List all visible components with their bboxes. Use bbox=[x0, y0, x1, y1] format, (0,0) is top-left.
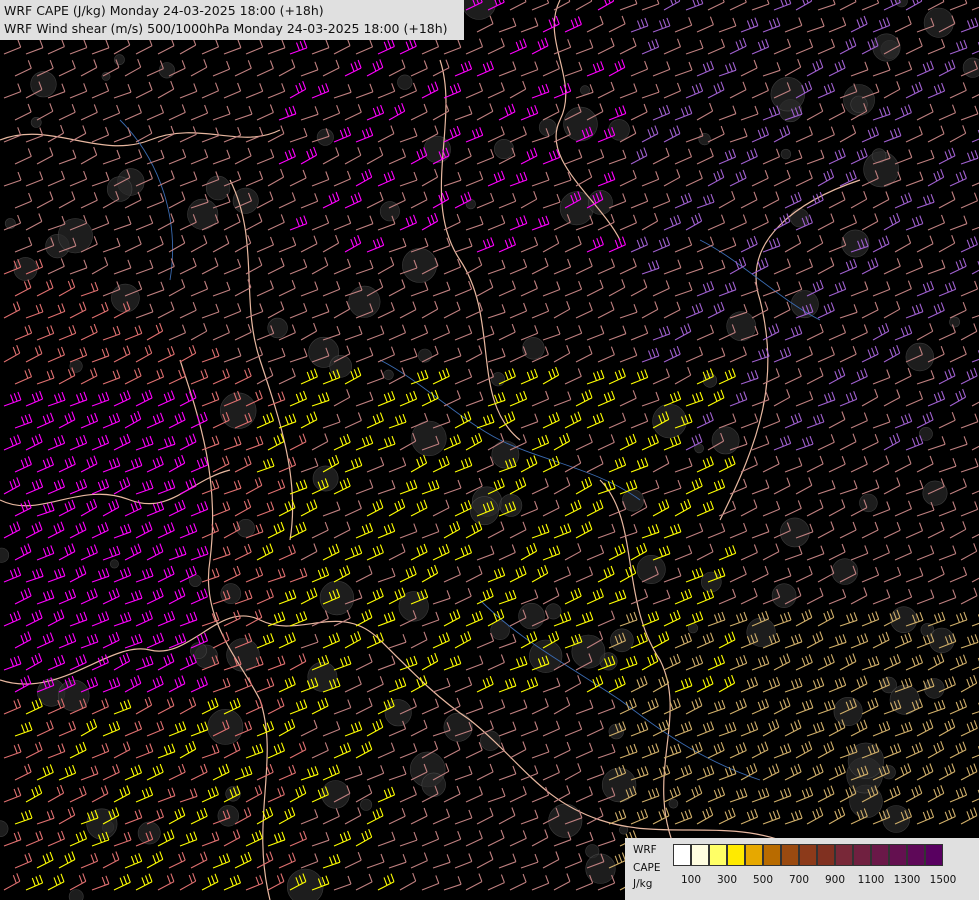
cape-patch bbox=[518, 602, 545, 630]
legend-tick-label: 1300 bbox=[893, 874, 921, 886]
cape-patch bbox=[522, 337, 545, 360]
legend-swatch bbox=[727, 844, 745, 866]
cape-patch bbox=[610, 628, 634, 653]
cape-patch bbox=[86, 808, 118, 840]
cape-patch bbox=[711, 426, 740, 455]
cape-patch bbox=[636, 554, 666, 584]
legend-tick-labels: 100 300 500 700 900 1100 1300 1500 bbox=[673, 874, 973, 888]
legend-swatch bbox=[925, 844, 943, 866]
cape-patch bbox=[469, 496, 499, 526]
cape-patch bbox=[499, 493, 523, 517]
legend-unit: J/kg bbox=[633, 878, 653, 890]
cape-patch bbox=[226, 638, 260, 672]
cape-patch bbox=[307, 661, 338, 692]
cape-patch bbox=[850, 95, 868, 113]
legend-tick-label: 1500 bbox=[929, 874, 957, 886]
cape-patch bbox=[833, 696, 863, 726]
legend-tick-label: 300 bbox=[716, 874, 738, 886]
cape-patch bbox=[232, 187, 259, 214]
legend-swatch bbox=[781, 844, 799, 866]
legend-swatch bbox=[871, 844, 889, 866]
legend-tick-label: 100 bbox=[680, 874, 702, 886]
cape-patch bbox=[57, 218, 93, 254]
cape-patch bbox=[109, 559, 119, 569]
cape-patch bbox=[321, 780, 350, 809]
cape-patch bbox=[698, 133, 711, 146]
legend-swatch bbox=[835, 844, 853, 866]
cape-patch bbox=[831, 558, 859, 585]
legend-swatch bbox=[709, 844, 727, 866]
cape-patch bbox=[411, 420, 447, 457]
legend-swatch bbox=[799, 844, 817, 866]
cape-patch bbox=[841, 229, 870, 258]
legend-tick-label: 900 bbox=[824, 874, 846, 886]
cape-patch bbox=[668, 798, 679, 809]
cape-patch bbox=[106, 176, 133, 202]
cape-patch bbox=[780, 148, 792, 160]
cape-patch bbox=[847, 742, 885, 779]
cape-patch bbox=[480, 730, 501, 751]
cape-patch bbox=[949, 316, 960, 328]
cape-patch bbox=[402, 247, 437, 283]
legend-swatch bbox=[691, 844, 709, 866]
cape-patch bbox=[652, 403, 687, 439]
legend-swatch bbox=[673, 844, 691, 866]
cape-patch bbox=[101, 72, 111, 81]
cape-patch bbox=[859, 493, 878, 513]
legend-model: WRF bbox=[633, 844, 657, 856]
cape-patch bbox=[397, 74, 413, 90]
cape-patch bbox=[779, 517, 810, 548]
cape-patch bbox=[700, 571, 722, 593]
legend-swatch bbox=[745, 844, 763, 866]
legend-tick-label: 500 bbox=[752, 874, 774, 886]
cape-patch bbox=[548, 803, 583, 838]
cape-patch bbox=[771, 583, 797, 609]
cape-patch bbox=[608, 119, 630, 141]
cape-wind-shear-map bbox=[0, 0, 979, 900]
legend-swatch bbox=[763, 844, 781, 866]
legend-swatch bbox=[853, 844, 871, 866]
map-title: WRF CAPE (J/kg) Monday 24-03-2025 18:00 … bbox=[0, 0, 464, 40]
cape-patch bbox=[491, 372, 506, 387]
legend-color-scale bbox=[673, 844, 943, 866]
title-line-shear: WRF Wind shear (m/s) 500/1000hPa Monday … bbox=[4, 21, 448, 36]
legend-swatch bbox=[907, 844, 925, 866]
cape-patch bbox=[923, 7, 954, 38]
legend-swatch bbox=[817, 844, 835, 866]
cape-patch bbox=[220, 392, 257, 429]
cape-patch bbox=[207, 709, 244, 745]
title-line-cape: WRF CAPE (J/kg) Monday 24-03-2025 18:00 … bbox=[4, 3, 324, 18]
cape-patch bbox=[383, 369, 394, 380]
cape-legend: WRF CAPE J/kg 100 300 500 700 900 1100 1300 150… bbox=[625, 838, 979, 900]
legend-tick-label: 700 bbox=[788, 874, 810, 886]
legend-param: CAPE bbox=[633, 862, 661, 874]
legend-swatch bbox=[889, 844, 907, 866]
cape-patch bbox=[585, 853, 616, 884]
cape-patch bbox=[421, 772, 446, 797]
cape-patch bbox=[443, 712, 473, 742]
cape-patch bbox=[890, 606, 918, 634]
legend-tick-label: 1100 bbox=[857, 874, 885, 886]
cape-patch bbox=[360, 798, 373, 811]
